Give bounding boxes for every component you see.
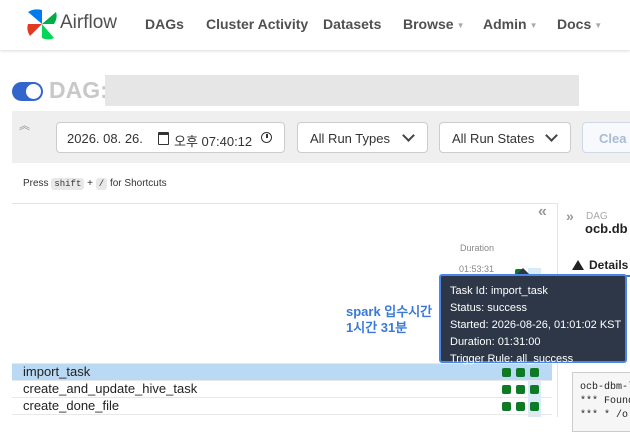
task-label[interactable]: import_task [23,364,90,379]
clock-icon[interactable] [261,132,272,143]
base-date-value: 2026. 08. 26. [67,131,143,146]
shortcuts-plus: + [87,178,93,189]
nav-cluster-activity-label: Cluster Activity [206,16,309,32]
tooltip-started: Started: 2026-08-26, 01:01:02 KST [450,319,622,331]
task-instance-cell[interactable] [516,402,525,411]
slash-key: / [95,178,108,190]
task-instance-cell[interactable] [516,368,525,377]
run-states-value: All Run States [452,131,535,146]
collapse-up-icon[interactable]: ︽ [19,117,30,133]
dag-title-label: DAG: [49,77,108,103]
task-instance-cell[interactable] [516,385,525,394]
chevron-down-icon [545,129,558,142]
task-tooltip: Task Id: import_task Status: success Sta… [439,274,627,365]
nav-docs[interactable]: Docs ▼ [557,16,602,32]
tab-details[interactable]: Details [572,258,628,272]
warning-icon [572,260,584,270]
airflow-logo-icon[interactable] [24,6,60,42]
base-time-value: 오후 07:40:12 [174,134,253,149]
task-row-create-done-file[interactable]: create_done_file [12,398,552,414]
log-line: *** * /o [580,410,629,421]
log-output: ocb-dbm-l *** Found *** * /o [572,372,630,432]
expand-right-icon[interactable]: » [566,208,574,224]
task-instance-cell[interactable] [530,402,539,411]
nav-dags-label: DAGs [145,16,184,32]
task-instance-cell[interactable] [502,368,511,377]
annotation-line-1: spark 입수시간 [346,304,433,319]
base-date-input[interactable]: 2026. 08. 26. 오후 07:40:12 [56,122,285,153]
nav-docs-label: Docs [557,16,592,32]
run-types-value: All Run Types [310,131,390,146]
task-instance-cell[interactable] [502,402,511,411]
shortcuts-hint: Press shift + / for Shortcuts [23,178,167,190]
nav-browse-label: Browse [403,16,454,32]
tooltip-status: Status: success [450,302,528,314]
nav-cluster-activity[interactable]: Cluster Activity [206,16,308,32]
task-instance-cell[interactable] [530,368,539,377]
nav-datasets[interactable]: Datasets [323,16,381,32]
collapse-left-icon[interactable]: « [538,203,547,221]
breadcrumb-dag-id[interactable]: ocb.db [585,221,628,236]
run-types-select[interactable]: All Run Types [297,122,428,153]
annotation-line-2: 1시간 31분 [346,320,408,335]
run-states-select[interactable]: All Run States [439,122,571,153]
row-divider [12,414,552,415]
task-label[interactable]: create_and_update_hive_task [23,381,197,396]
brand-name[interactable]: Airflow [60,12,117,34]
nav-dags[interactable]: DAGs [145,16,184,32]
shortcuts-suffix: for Shortcuts [109,178,167,189]
chevron-down-icon: ▼ [529,20,538,30]
chevron-down-icon [402,129,415,142]
tooltip-trigger-rule: Trigger Rule: all_success [450,353,574,365]
tab-details-label: Details [589,258,629,272]
nav-admin[interactable]: Admin ▼ [483,16,537,32]
task-instance-cell[interactable] [530,385,539,394]
annotation-text: spark 입수시간 1시간 31분 [346,304,432,336]
chevron-down-icon: ▼ [594,20,603,30]
tooltip-task-id: Task Id: import_task [450,285,548,297]
duration-header: Duration [460,243,495,253]
tooltip-duration: Duration: 01:31:00 [450,336,541,348]
shortcuts-prefix: Press [23,178,49,189]
dag-pause-toggle[interactable] [12,82,43,101]
nav-datasets-label: Datasets [323,16,382,32]
top-navbar: Airflow DAGs Cluster Activity Datasets B… [0,0,630,50]
dag-name-redacted [105,75,579,106]
nav-browse[interactable]: Browse ▼ [403,16,465,32]
task-row-create-and-update-hive-task[interactable]: create_and_update_hive_task [12,381,552,397]
log-line: *** Found [580,396,630,407]
duration-axis-value: 01:53:31 [459,264,495,274]
calendar-icon[interactable] [158,132,169,145]
log-line: ocb-dbm-l [580,382,630,393]
task-instance-cell[interactable] [502,385,511,394]
clear-filters-button[interactable]: Clea [582,122,630,153]
chevron-down-icon: ▼ [456,20,465,30]
task-label[interactable]: create_done_file [23,398,119,413]
nav-admin-label: Admin [483,16,527,32]
shift-key: shift [51,178,85,190]
